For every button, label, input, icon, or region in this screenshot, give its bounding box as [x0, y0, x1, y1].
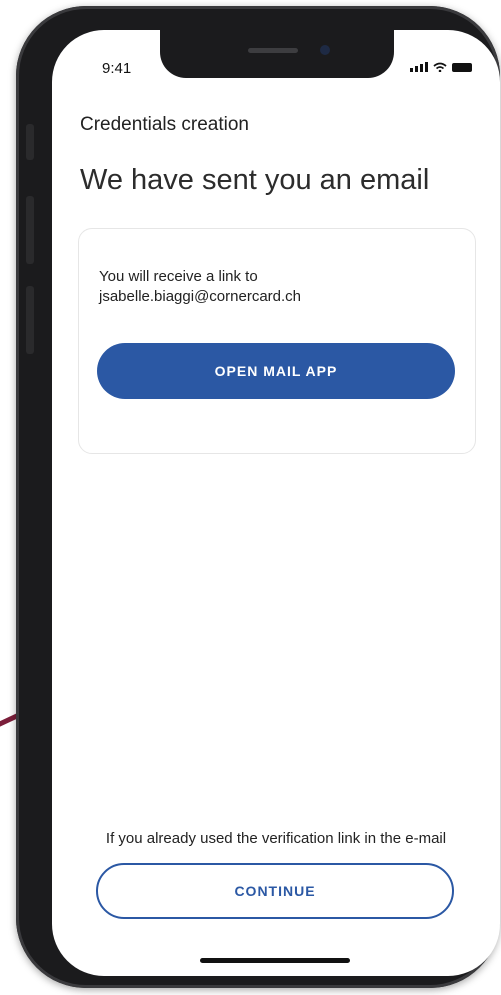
card-message: You will receive a link to jsabelle.biag…: [99, 267, 459, 307]
main-heading: We have sent you an email: [80, 164, 430, 196]
volume-up-button: [26, 196, 34, 264]
wifi-icon: [433, 62, 447, 72]
mute-switch: [26, 124, 34, 160]
front-camera: [320, 45, 330, 55]
phone-frame: 9:41 Credentials creation We have sent y…: [16, 6, 500, 988]
volume-down-button: [26, 286, 34, 354]
notch: [160, 30, 394, 78]
open-mail-app-button[interactable]: OPEN MAIL APP: [97, 343, 455, 399]
app-screen: 9:41 Credentials creation We have sent y…: [52, 30, 500, 976]
email-sent-card: You will receive a link to jsabelle.biag…: [78, 228, 476, 454]
page-title: Credentials creation: [80, 114, 249, 135]
home-indicator[interactable]: [200, 958, 350, 963]
status-icons: [410, 62, 472, 72]
signal-icon: [410, 62, 428, 72]
card-message-line: You will receive a link to: [99, 268, 258, 285]
verification-hint: If you already used the verification lin…: [105, 830, 447, 847]
battery-icon: [452, 63, 472, 72]
continue-button[interactable]: CONTINUE: [96, 863, 454, 919]
status-time: 9:41: [102, 60, 132, 77]
recipient-email: jsabelle.biaggi@cornercard.ch: [99, 288, 302, 305]
speaker-grille: [248, 48, 298, 53]
